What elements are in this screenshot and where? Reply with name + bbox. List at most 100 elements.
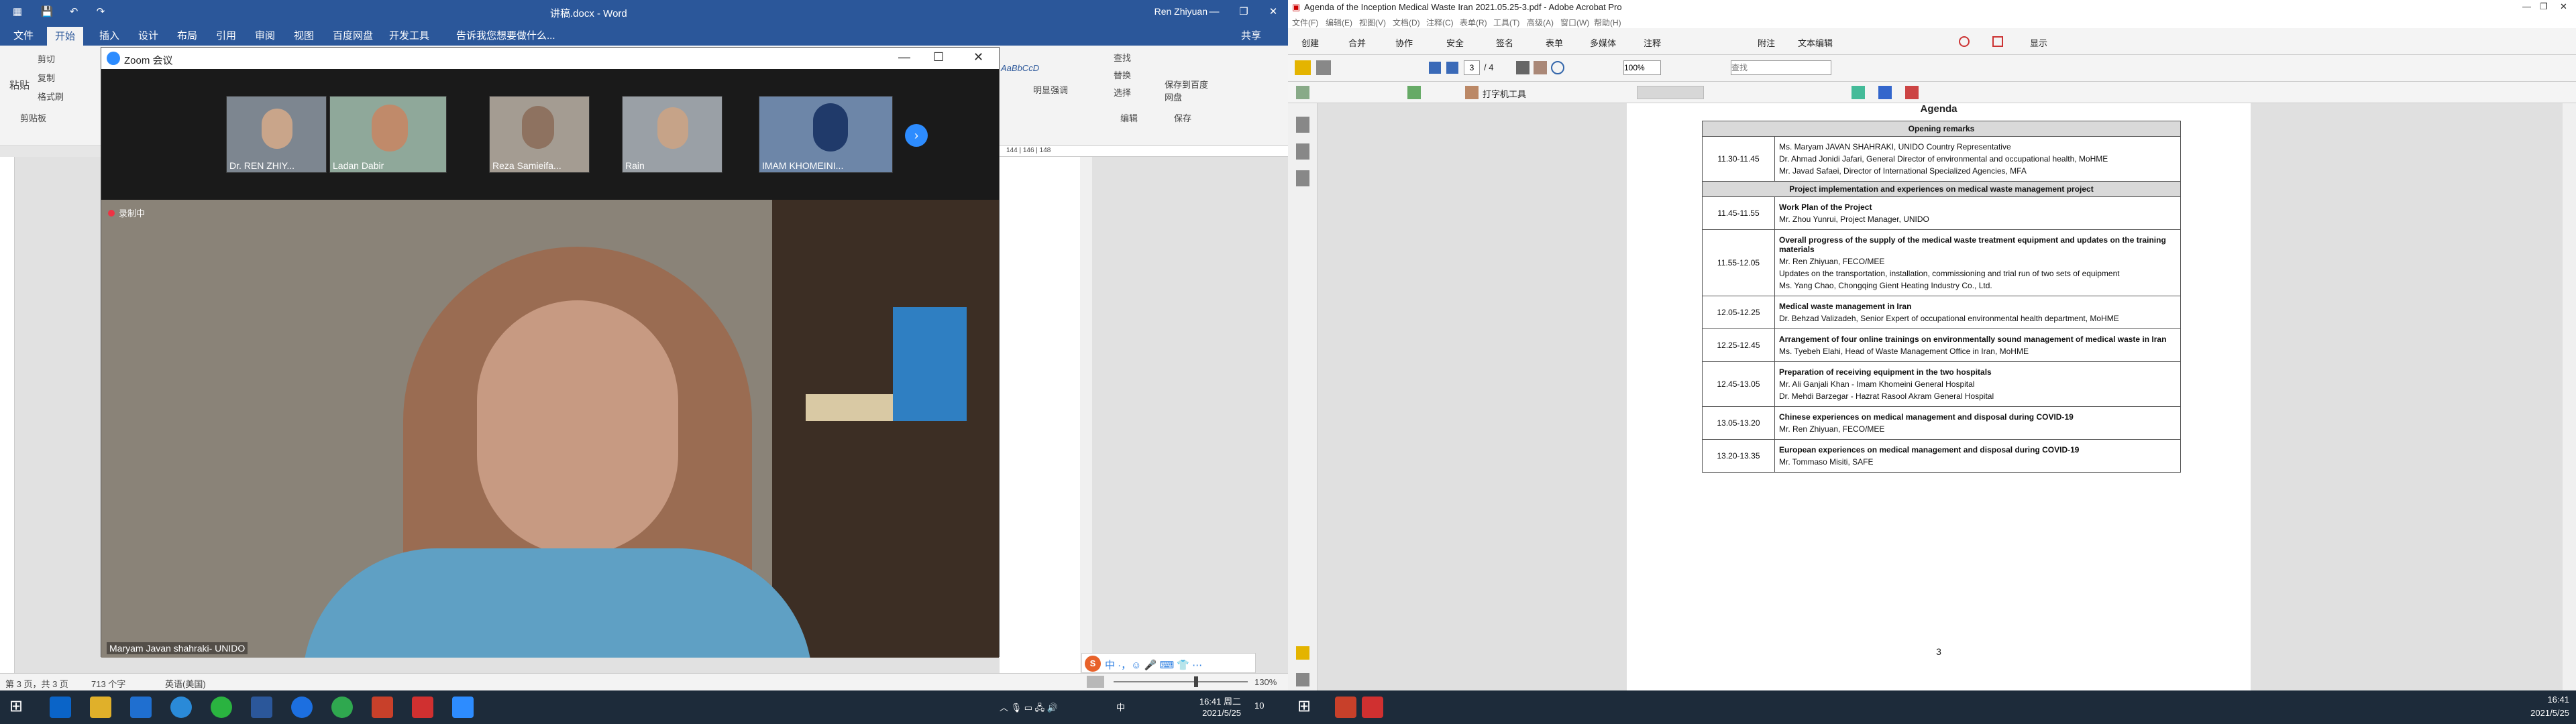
link-tool-icon[interactable] — [1905, 86, 1919, 99]
ime-indicator[interactable]: 中 — [1116, 701, 1125, 713]
notification-count[interactable]: 10 — [1254, 701, 1264, 711]
menu-forms[interactable]: 表单(R) — [1460, 17, 1487, 28]
close-icon[interactable]: ✕ — [1260, 1, 1287, 23]
paste-button[interactable]: 粘贴 — [9, 78, 30, 92]
zoom-taskbar-icon[interactable] — [452, 697, 474, 718]
comment-button[interactable]: 注释 — [1644, 36, 1661, 49]
pages-panel-icon[interactable] — [1296, 117, 1309, 133]
clock-date[interactable]: 2021/5/25 — [2496, 708, 2569, 718]
attachments-panel-icon[interactable] — [1296, 673, 1309, 686]
participant-tile[interactable]: Ladan Dabir — [329, 96, 447, 173]
zoom-tool-icon[interactable] — [1551, 61, 1564, 74]
document-page[interactable] — [1000, 157, 1080, 673]
ime-toolbar[interactable]: S 中 ·，☺ 🎤 ⌨ 👕 ⋯ — [1081, 653, 1256, 673]
tab-references[interactable]: 引用 — [216, 28, 236, 42]
kugou-icon[interactable] — [291, 697, 313, 718]
acrobat-taskbar-icon[interactable] — [1362, 697, 1383, 718]
wechat-icon[interactable] — [211, 697, 232, 718]
file-explorer-icon[interactable] — [90, 697, 111, 718]
zoom-minimize-icon[interactable]: — — [898, 50, 910, 64]
comments-panel-icon[interactable] — [1296, 646, 1309, 660]
combine-button[interactable]: 合并 — [1348, 36, 1366, 49]
maximize-icon[interactable]: ❐ — [1230, 1, 1257, 23]
tab-review[interactable]: 审阅 — [255, 28, 275, 42]
print-icon[interactable] — [1316, 60, 1331, 75]
collaborate-button[interactable]: 协作 — [1395, 36, 1413, 49]
article-tool-icon[interactable] — [1851, 86, 1865, 99]
acrobat-taskbar-icon[interactable] — [412, 697, 433, 718]
pen-tool-icon[interactable] — [1465, 86, 1479, 99]
word-user-name[interactable]: Ren Zhiyuan — [1155, 6, 1208, 17]
browser-icon[interactable] — [170, 697, 192, 718]
menu-file[interactable]: 文件(F) — [1292, 17, 1318, 28]
participant-tile[interactable]: Rain — [622, 96, 722, 173]
crop-tool-icon[interactable] — [1878, 86, 1892, 99]
tell-me-search[interactable]: 告诉我您想要做什么... — [456, 28, 555, 42]
zoom-slider-thumb[interactable] — [1194, 676, 1198, 687]
zoom-close-icon[interactable]: ✕ — [973, 50, 983, 64]
minimize-icon[interactable]: — — [1201, 1, 1228, 23]
select-object-icon[interactable] — [1407, 86, 1421, 99]
menu-help[interactable]: 帮助(H) — [1594, 17, 1621, 28]
language[interactable]: 英语(美国) — [165, 677, 206, 690]
forms-button[interactable]: 表单 — [1546, 36, 1563, 49]
replace-button[interactable]: 替换 — [1114, 68, 1131, 81]
show-button[interactable]: 显示 — [2030, 36, 2047, 49]
sogou-icon[interactable]: S — [1085, 656, 1101, 672]
find-button[interactable]: 查找 — [1114, 51, 1131, 64]
menu-advanced[interactable]: 高级(A) — [1527, 17, 1554, 28]
next-page-icon[interactable] — [1446, 62, 1458, 74]
redo-icon[interactable]: ↷ — [87, 1, 114, 23]
start-icon[interactable]: ⊞ — [9, 697, 31, 718]
vertical-scrollbar[interactable] — [1080, 157, 1092, 673]
tab-view[interactable]: 视图 — [294, 28, 314, 42]
font-select[interactable] — [1637, 86, 1704, 99]
select-button[interactable]: 选择 — [1114, 86, 1131, 99]
open-folder-icon[interactable] — [1295, 60, 1311, 75]
menu-view[interactable]: 视图(V) — [1359, 17, 1386, 28]
menu-comments[interactable]: 注释(C) — [1426, 17, 1454, 28]
participant-tile[interactable]: Dr. REN ZHIY... — [226, 96, 327, 173]
sticky-note-button[interactable]: 附注 — [1758, 36, 1775, 49]
start-icon[interactable]: ⊞ — [1297, 697, 1319, 718]
cut-button[interactable]: 剪切 — [38, 52, 55, 65]
touchup-tool-icon[interactable] — [1296, 86, 1309, 99]
tab-layout[interactable]: 布局 — [177, 28, 197, 42]
clock-time[interactable]: 16:41 周二 — [1174, 695, 1241, 707]
powerpoint-icon[interactable] — [1335, 697, 1356, 718]
ime-mode-icon[interactable]: 中 ·，☺ 🎤 ⌨ 👕 ⋯ — [1105, 658, 1202, 672]
multimedia-button[interactable]: 多媒体 — [1590, 36, 1616, 49]
word-taskbar-icon[interactable] — [251, 697, 272, 718]
word-count[interactable]: 713 个字 — [91, 677, 125, 690]
zoom-maximize-icon[interactable]: ☐ — [933, 50, 944, 64]
zoom-level[interactable]: 130% — [1254, 677, 1277, 687]
store-icon[interactable] — [130, 697, 152, 718]
tab-insert[interactable]: 插入 — [99, 28, 119, 42]
tray-icons[interactable]: ︿ 🎙 ▭ 🖧 🔊 — [1000, 701, 1058, 717]
menu-tools[interactable]: 工具(T) — [1493, 17, 1519, 28]
save-icon[interactable]: 💾 — [34, 1, 60, 23]
find-input[interactable] — [1731, 60, 1831, 75]
format-painter-button[interactable]: 格式刷 — [38, 90, 64, 103]
participant-tile[interactable]: IMAM KHOMEINI... — [759, 96, 893, 173]
typewriter-tool-button[interactable]: 打字机工具 — [1483, 87, 1526, 100]
text-edit-button[interactable]: 文本编辑 — [1798, 36, 1833, 49]
page-number-input[interactable] — [1464, 60, 1480, 75]
participant-tile[interactable]: Reza Samieifa... — [489, 96, 590, 173]
secure-button[interactable]: 安全 — [1446, 36, 1464, 49]
create-button[interactable]: 创建 — [1301, 36, 1319, 49]
oval-tool-icon[interactable] — [1959, 36, 1970, 47]
style-preview[interactable]: AaBbCcD — [1001, 63, 1039, 73]
hand-tool-icon[interactable] — [1534, 61, 1547, 74]
signatures-panel-icon[interactable] — [1296, 170, 1309, 186]
menu-document[interactable]: 文档(D) — [1393, 17, 1420, 28]
undo-icon[interactable]: ↶ — [60, 1, 87, 23]
word-app-icon[interactable]: ▦ — [4, 1, 31, 23]
clock-date[interactable]: 2021/5/25 — [1174, 708, 1241, 718]
acrobat-minimize-icon[interactable]: — — [2522, 1, 2531, 11]
tab-home[interactable]: 开始 — [47, 27, 84, 46]
style-name[interactable]: 明显强调 — [1033, 83, 1068, 96]
bookmarks-panel-icon[interactable] — [1296, 143, 1309, 160]
acrobat-maximize-icon[interactable]: ❐ — [2540, 1, 2548, 12]
acrobat-close-icon[interactable]: ✕ — [2560, 1, 2567, 12]
